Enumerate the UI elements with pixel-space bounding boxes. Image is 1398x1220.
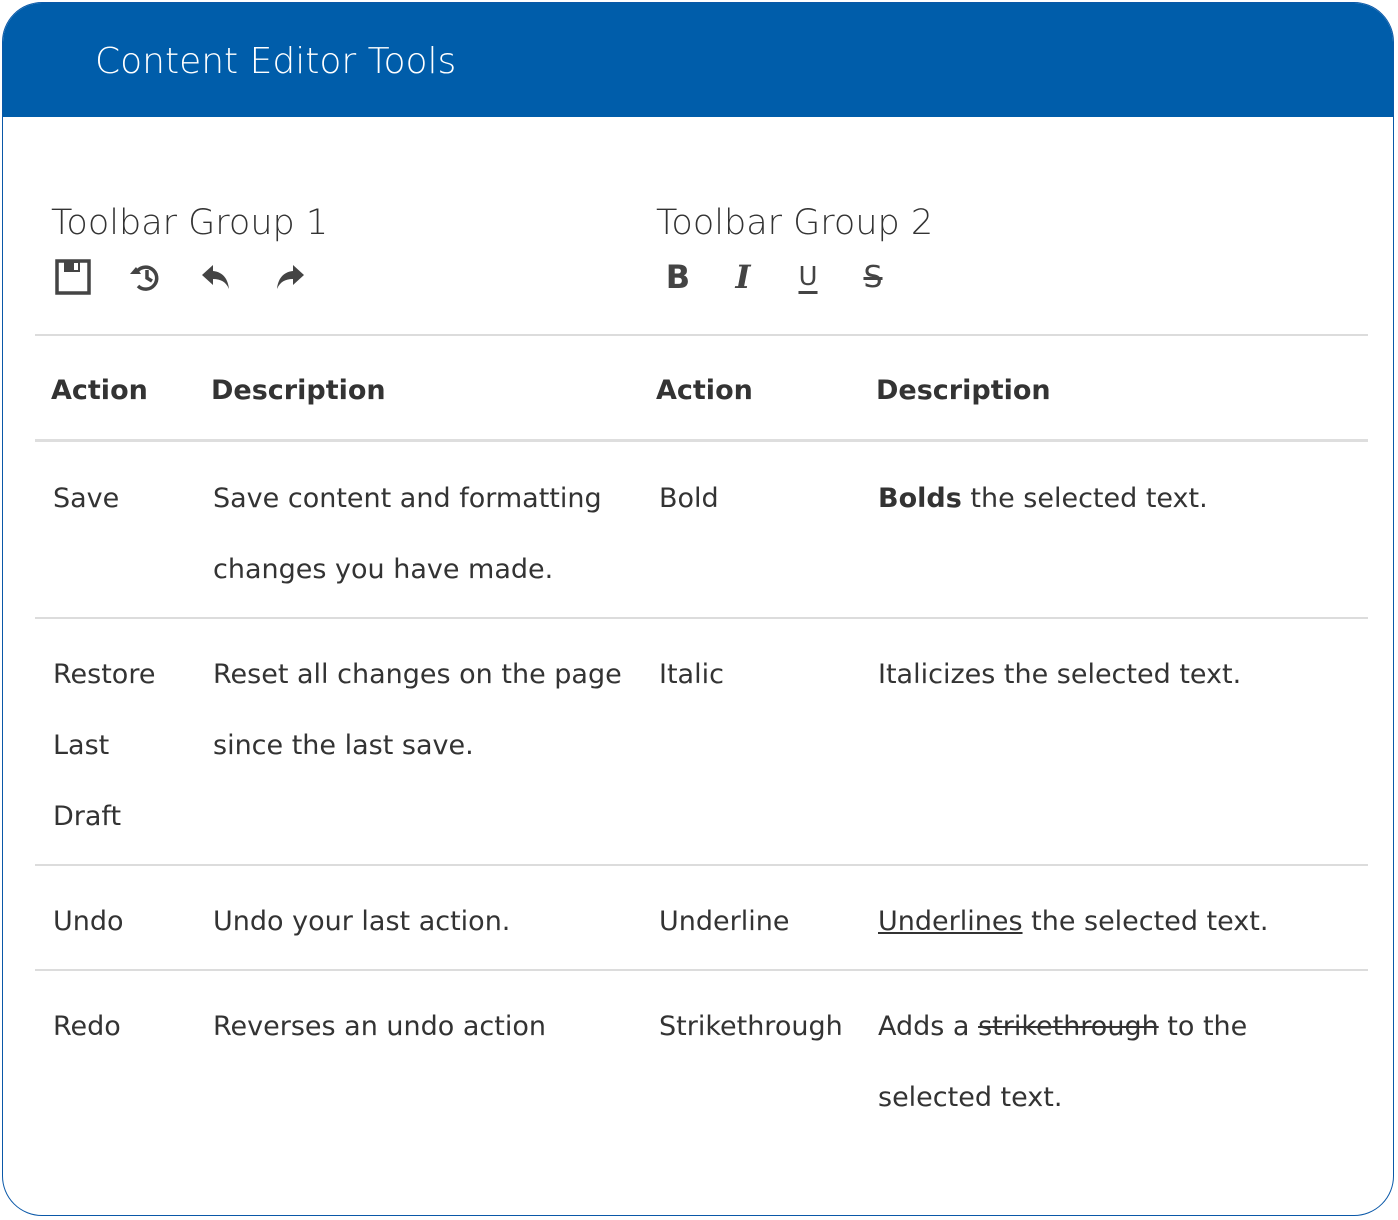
card-title: Content Editor Tools xyxy=(95,41,457,82)
description-cell: Adds a strikethrough to the selected tex… xyxy=(878,991,1288,1133)
card-header: Content Editor Tools xyxy=(3,3,1393,117)
description-cell: Reverses an undo action xyxy=(213,1011,546,1042)
description-text: the selected text. xyxy=(1022,906,1269,937)
row-divider xyxy=(35,864,1368,866)
bold-sample: Bolds xyxy=(878,483,962,514)
underline-sample: Underlines xyxy=(878,906,1023,937)
undo-icon[interactable] xyxy=(197,257,237,297)
action-cell: Save xyxy=(53,483,120,514)
action-cell: Underline xyxy=(659,906,790,937)
toolbar-group-2-icons: B I U S xyxy=(658,257,918,297)
toolbar-group-2-heading: Toolbar Group 2 xyxy=(656,203,934,243)
toolbar-group-1-heading: Toolbar Group 1 xyxy=(51,203,329,243)
column-header-description-1: Description xyxy=(211,375,386,406)
divider xyxy=(35,334,1368,336)
restore-history-icon[interactable] xyxy=(125,257,165,297)
italic-icon[interactable]: I xyxy=(723,257,763,297)
description-text: the selected text. xyxy=(961,483,1208,514)
description-cell: Bolds the selected text. xyxy=(878,463,1358,534)
header-divider xyxy=(35,439,1368,442)
row-divider xyxy=(35,969,1368,971)
column-header-description-2: Description xyxy=(876,375,1051,406)
content-editor-tools-card: Content Editor Tools Toolbar Group 1 Too… xyxy=(2,2,1394,1216)
description-cell: Undo your last action. xyxy=(213,906,511,937)
toolbar-group-1-icons xyxy=(53,257,341,297)
underline-icon[interactable]: U xyxy=(788,257,828,297)
redo-icon[interactable] xyxy=(269,257,309,297)
bold-icon[interactable]: B xyxy=(658,257,698,297)
strikethrough-sample: strikethrough xyxy=(978,1011,1159,1042)
column-header-action-1: Action xyxy=(51,375,148,406)
description-cell: Reset all changes on the page since the … xyxy=(213,659,622,761)
action-cell: Undo xyxy=(53,906,124,937)
action-cell: Redo xyxy=(53,1011,121,1042)
description-cell: Underlines the selected text. xyxy=(878,886,1358,957)
column-header-action-2: Action xyxy=(656,375,753,406)
row-divider xyxy=(35,617,1368,619)
strikethrough-icon[interactable]: S xyxy=(853,257,893,297)
action-cell: Restore Last Draft xyxy=(53,659,156,832)
save-icon[interactable] xyxy=(53,257,93,297)
action-cell: Bold xyxy=(659,483,719,514)
description-cell: Save content and formatting changes you … xyxy=(213,483,602,585)
description-text: Adds a xyxy=(878,1011,979,1042)
action-cell: Italic xyxy=(659,659,724,690)
action-cell: Strikethrough xyxy=(659,1011,843,1042)
description-cell: Italicizes the selected text. xyxy=(878,659,1242,690)
